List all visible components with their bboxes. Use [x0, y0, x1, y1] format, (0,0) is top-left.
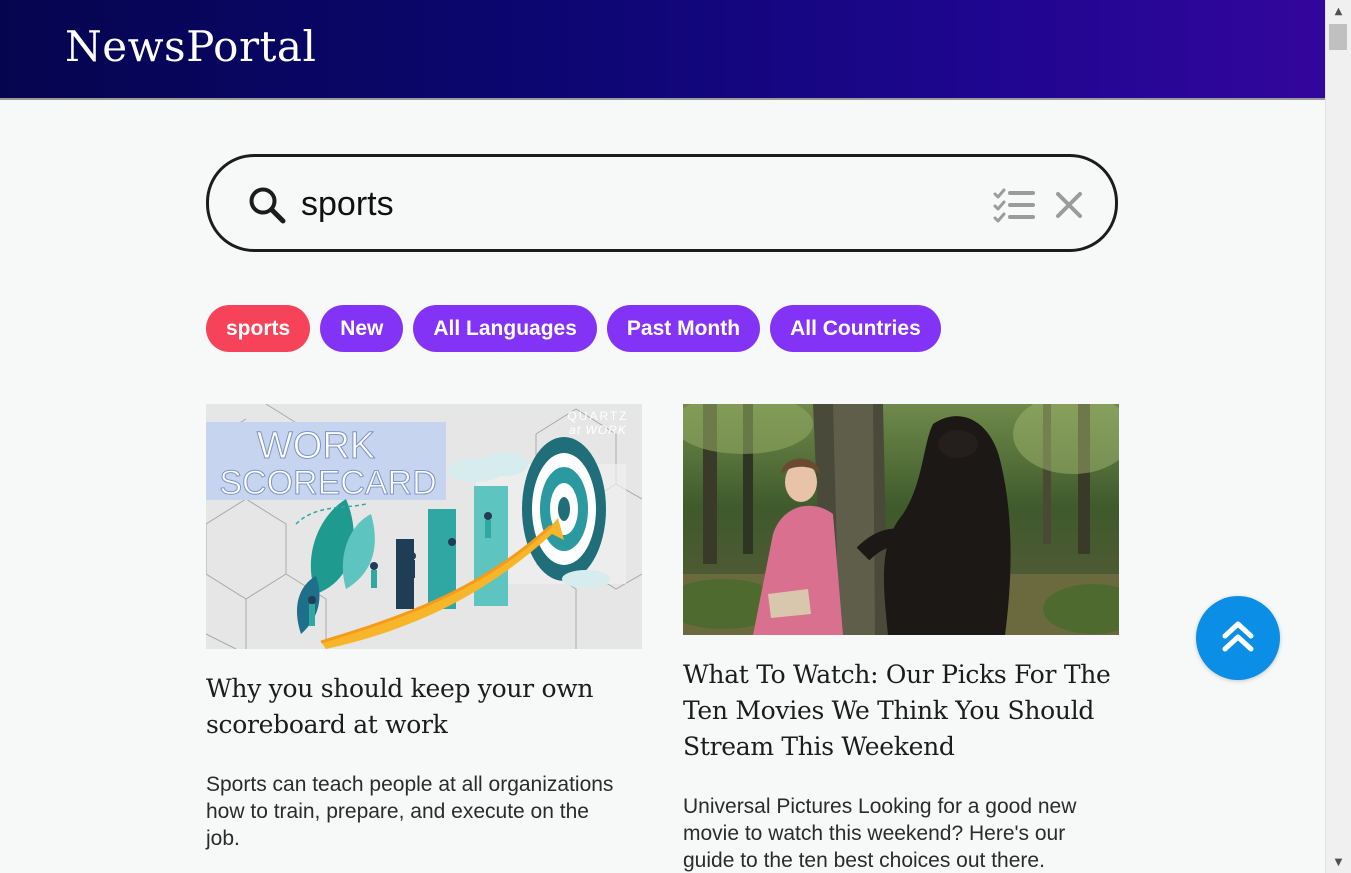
- chip-time-range[interactable]: Past Month: [606, 305, 761, 352]
- article-image[interactable]: [683, 404, 1119, 635]
- chip-query-sports[interactable]: sports: [206, 305, 311, 352]
- article-title-line[interactable]: scoreboard at work: [206, 710, 448, 739]
- article-description-line: Sports can teach people at all organizat…: [206, 773, 614, 796]
- image-title-line2: SCORECARD: [219, 464, 436, 502]
- filter-chips: sports New All Languages Past Month All …: [206, 305, 941, 352]
- article-description-line: job.: [206, 827, 240, 850]
- image-logo-line1: QUARTZ: [567, 409, 628, 423]
- article-card[interactable]: What To Watch: Our Picks For The Ten Mov…: [683, 404, 1119, 873]
- article-title-line[interactable]: Stream This Weekend: [683, 732, 955, 761]
- article-title[interactable]: Why you should keep your own scoreboard …: [206, 671, 642, 743]
- filter-list-icon[interactable]: [993, 187, 1035, 223]
- article-description-line: guide to the ten best choices out there.: [683, 849, 1045, 872]
- search-icon[interactable]: [247, 185, 287, 225]
- article-title-line[interactable]: What To Watch: Our Picks For The: [683, 660, 1111, 689]
- article-description: Sports can teach people at all organizat…: [206, 771, 642, 852]
- article-card[interactable]: WORK SCORECARD QUARTZ at WORK Why you sh…: [206, 404, 642, 852]
- scroll-down-arrow-icon[interactable]: ▼: [1326, 853, 1351, 873]
- search-bar: [206, 154, 1118, 252]
- site-logo[interactable]: NewsPortal: [65, 22, 316, 71]
- back-to-top-button[interactable]: [1196, 596, 1280, 680]
- image-title-line1: WORK: [257, 425, 375, 467]
- chip-languages[interactable]: All Languages: [413, 305, 597, 352]
- article-image[interactable]: WORK SCORECARD QUARTZ at WORK: [206, 404, 642, 649]
- article-title[interactable]: What To Watch: Our Picks For The Ten Mov…: [683, 657, 1119, 765]
- article-description: Universal Pictures Looking for a good ne…: [683, 793, 1119, 873]
- article-title-line[interactable]: Ten Movies We Think You Should: [683, 696, 1094, 725]
- search-input[interactable]: [301, 181, 961, 227]
- article-title-line[interactable]: Why you should keep your own: [206, 674, 593, 703]
- page: NewsPortal sports New All Languages Past…: [0, 0, 1351, 873]
- article-description-line: movie to watch this weekend? Here's our: [683, 822, 1066, 845]
- vertical-scrollbar[interactable]: ▲ ▼: [1325, 0, 1351, 873]
- article-description-line: how to train, prepare, and execute on th…: [206, 800, 589, 823]
- chip-sort-new[interactable]: New: [320, 305, 404, 352]
- scrollbar-thumb[interactable]: [1329, 24, 1347, 50]
- chip-countries[interactable]: All Countries: [770, 305, 941, 352]
- site-header: NewsPortal: [0, 0, 1326, 100]
- scroll-up-arrow-icon[interactable]: ▲: [1326, 0, 1351, 22]
- double-chevron-up-icon: [1222, 621, 1254, 652]
- close-icon[interactable]: [1053, 189, 1085, 221]
- article-description-line: Universal Pictures Looking for a good ne…: [683, 795, 1077, 818]
- image-logo-line2: at WORK: [569, 423, 627, 437]
